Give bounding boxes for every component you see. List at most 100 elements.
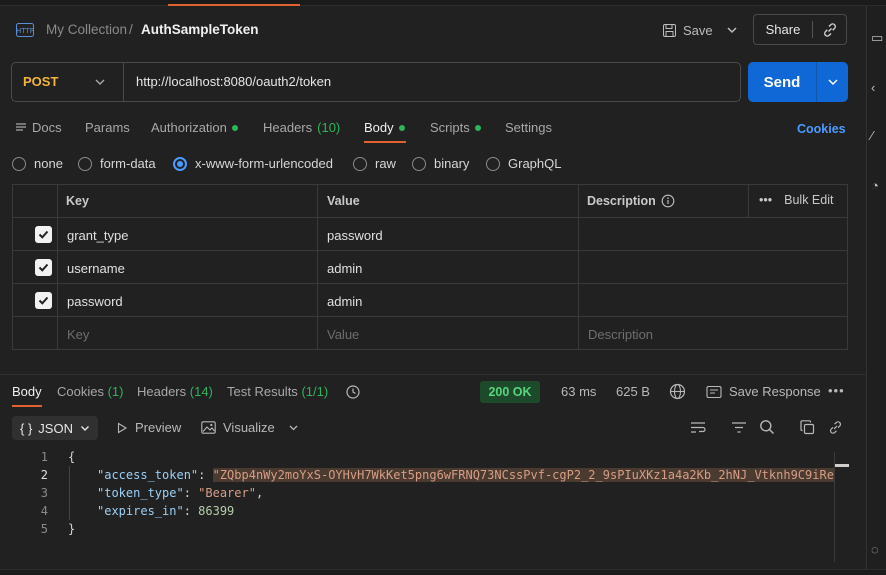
json-open-brace: { bbox=[68, 450, 76, 464]
radio-raw[interactable]: raw bbox=[353, 156, 396, 171]
response-tab-tests[interactable]: Test Results (1/1) bbox=[227, 384, 328, 399]
breadcrumb-collection[interactable]: My Collection bbox=[46, 22, 127, 37]
svg-text:HTTP: HTTP bbox=[16, 27, 34, 35]
response-tab-tests-label: Test Results bbox=[227, 384, 298, 399]
response-size[interactable]: 625 B bbox=[616, 384, 650, 399]
bulk-edit-button[interactable]: ••• Bulk Edit bbox=[759, 193, 833, 207]
row-3-key[interactable]: password bbox=[67, 294, 123, 309]
response-tab-headers-count: (14) bbox=[189, 384, 213, 399]
tab-authorization-dot bbox=[231, 124, 238, 131]
description-info-icon[interactable] bbox=[661, 194, 675, 208]
status-badge[interactable]: 200 OK bbox=[480, 381, 540, 403]
network-globe-icon[interactable] bbox=[669, 383, 686, 400]
column-header-key: Key bbox=[66, 194, 89, 208]
json-key-access-token: "access_token" bbox=[97, 468, 199, 482]
save-button[interactable]: Save bbox=[662, 20, 713, 40]
line-number-2: 2 bbox=[40, 468, 48, 482]
side-icon-5[interactable]: ◌ bbox=[871, 542, 879, 557]
line-number-5: 5 bbox=[40, 522, 48, 536]
side-icon-1[interactable]: ▭ bbox=[871, 30, 883, 46]
side-icon-2[interactable]: ‹ bbox=[871, 80, 875, 95]
save-response-label: Save Response bbox=[729, 384, 821, 399]
response-tab-headers[interactable]: Headers (14) bbox=[137, 384, 213, 399]
request-title[interactable]: AuthSampleToken bbox=[141, 22, 259, 37]
json-value-expires-in: 86399 bbox=[198, 504, 235, 518]
breadcrumb-separator: / bbox=[129, 22, 133, 37]
visualize-button[interactable]: Visualize bbox=[201, 420, 275, 435]
json-line-access-token[interactable]: "access_token": "ZQbp4nWy2moYxS-OYHvH7Wk… bbox=[97, 468, 834, 482]
radio-none[interactable]: none bbox=[12, 156, 63, 171]
send-button[interactable]: Send bbox=[748, 62, 848, 102]
filter-icon[interactable] bbox=[731, 420, 747, 435]
response-more-icon[interactable]: ••• bbox=[828, 383, 845, 398]
side-icon-3[interactable]: ⁄ bbox=[871, 128, 873, 143]
radio-graphql[interactable]: GraphQL bbox=[486, 156, 561, 171]
right-sidebar: ▭ ‹ ⁄ ◔ ◌ bbox=[866, 6, 886, 575]
format-select[interactable]: { } JSON bbox=[12, 416, 98, 440]
url-input[interactable]: http://localhost:8080/oauth2/token bbox=[136, 74, 331, 89]
tab-authorization[interactable]: Authorization bbox=[151, 120, 238, 135]
row-2-value[interactable]: admin bbox=[327, 261, 362, 276]
row-1-value[interactable]: password bbox=[327, 228, 383, 243]
code-scrollbar[interactable] bbox=[834, 452, 835, 562]
new-description-input[interactable]: Description bbox=[588, 327, 653, 342]
table-header-divider bbox=[12, 217, 848, 218]
bulk-edit-label: Bulk Edit bbox=[784, 193, 834, 207]
preview-button[interactable]: Preview bbox=[116, 420, 181, 435]
row-2-key[interactable]: username bbox=[67, 261, 125, 276]
json-key-expires-in: "expires_in" bbox=[97, 504, 184, 518]
radio-binary[interactable]: binary bbox=[412, 156, 469, 171]
new-key-input[interactable]: Key bbox=[67, 327, 89, 342]
row-3-checkbox[interactable] bbox=[35, 292, 52, 309]
cookies-link[interactable]: Cookies bbox=[797, 122, 846, 136]
tab-scripts[interactable]: Scripts bbox=[430, 120, 481, 135]
json-line-expires-in[interactable]: "expires_in": 86399 bbox=[97, 504, 234, 518]
row-2-checkbox[interactable] bbox=[35, 259, 52, 276]
search-icon[interactable] bbox=[759, 419, 775, 435]
response-link-icon[interactable] bbox=[828, 420, 843, 435]
method-select[interactable]: POST bbox=[23, 74, 58, 89]
radio-none-circle bbox=[12, 156, 26, 171]
code-scroll-thumb[interactable] bbox=[835, 464, 849, 467]
copy-link-icon[interactable] bbox=[813, 22, 846, 38]
row-divider-3 bbox=[12, 316, 848, 317]
radio-form-data[interactable]: form-data bbox=[78, 156, 156, 171]
response-divider[interactable] bbox=[0, 374, 866, 375]
tab-settings[interactable]: Settings bbox=[505, 120, 552, 135]
line-number-3: 3 bbox=[40, 486, 48, 500]
new-value-input[interactable]: Value bbox=[327, 327, 359, 342]
tab-scripts-dot bbox=[474, 124, 481, 131]
row-1-key[interactable]: grant_type bbox=[67, 228, 128, 243]
response-tab-cookies[interactable]: Cookies (1) bbox=[57, 384, 123, 399]
copy-icon[interactable] bbox=[800, 420, 815, 435]
send-options-chevron-down-icon[interactable] bbox=[817, 62, 848, 102]
save-response-button[interactable]: Save Response bbox=[706, 384, 821, 399]
response-time[interactable]: 63 ms bbox=[561, 384, 596, 399]
wrap-lines-icon[interactable] bbox=[690, 420, 707, 435]
col-divider-bulk bbox=[748, 184, 749, 217]
row-divider-2 bbox=[12, 283, 848, 284]
history-icon[interactable] bbox=[345, 384, 361, 400]
format-chevron-down-icon bbox=[80, 426, 89, 431]
response-tab-body-underline bbox=[12, 405, 42, 407]
tab-headers[interactable]: Headers (10) bbox=[263, 120, 340, 135]
side-icon-4[interactable]: ◔ bbox=[871, 178, 879, 193]
method-chevron-down-icon[interactable] bbox=[93, 75, 107, 89]
radio-raw-label: raw bbox=[375, 156, 396, 171]
save-options-chevron-down-icon[interactable] bbox=[724, 22, 740, 38]
tab-headers-count: (10) bbox=[317, 120, 341, 135]
radio-urlencoded[interactable]: x-www-form-urlencoded bbox=[173, 156, 333, 171]
save-response-icon bbox=[706, 385, 722, 398]
visualize-chevron-down-icon[interactable] bbox=[287, 421, 300, 434]
json-line-token-type[interactable]: "token_type": "Bearer", bbox=[97, 486, 263, 500]
share-button[interactable]: Share bbox=[753, 14, 847, 45]
response-tab-body[interactable]: Body bbox=[12, 384, 42, 399]
tab-docs[interactable]: Docs bbox=[16, 120, 62, 135]
row-1-checkbox[interactable] bbox=[35, 226, 52, 243]
format-label: JSON bbox=[38, 420, 73, 436]
url-bar bbox=[11, 62, 741, 102]
row-3-value[interactable]: admin bbox=[327, 294, 362, 309]
tab-body[interactable]: Body bbox=[364, 120, 405, 135]
json-braces-icon: { } bbox=[20, 420, 33, 436]
tab-params[interactable]: Params bbox=[85, 120, 130, 135]
